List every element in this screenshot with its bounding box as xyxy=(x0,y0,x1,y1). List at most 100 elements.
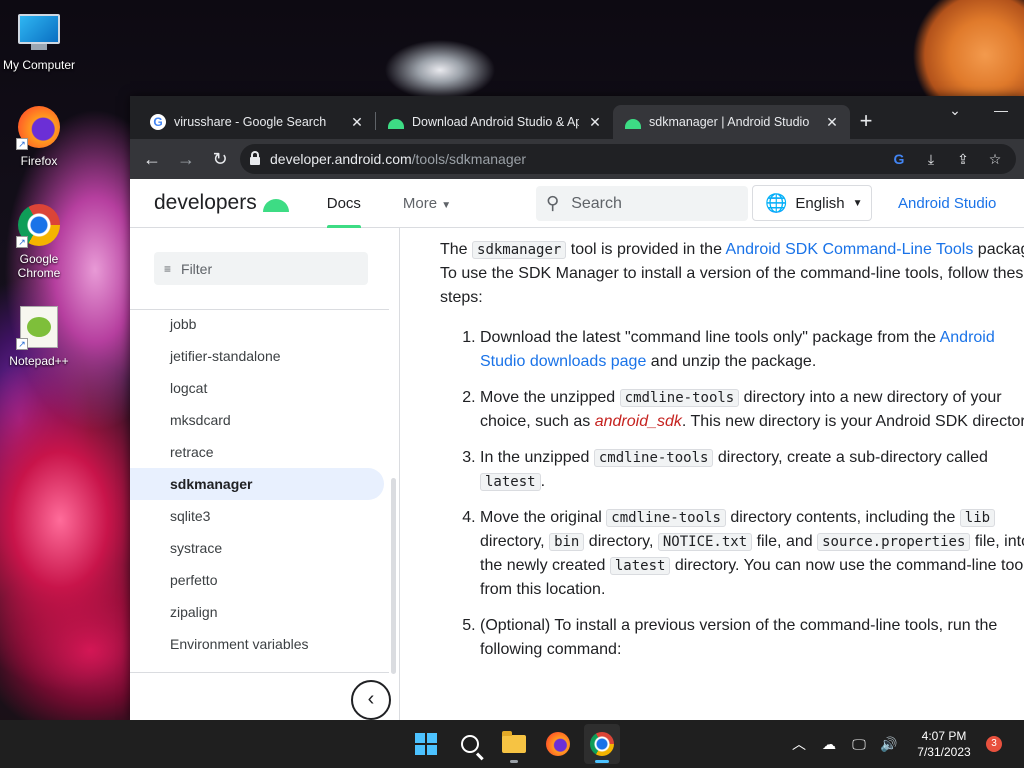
google-lens-icon[interactable]: G xyxy=(888,151,910,167)
inline-code: latest xyxy=(609,557,671,575)
android-studio-link[interactable]: Android Studio xyxy=(898,179,996,228)
android-head-icon xyxy=(262,198,289,212)
inline-code: lib xyxy=(959,509,996,527)
search-icon xyxy=(461,735,479,753)
windows-start-icon xyxy=(415,733,437,755)
firefox-icon xyxy=(546,732,570,756)
globe-icon: 🌐 xyxy=(765,192,788,213)
start-button[interactable] xyxy=(408,724,444,764)
sidebar-item-perfetto[interactable]: perfetto xyxy=(130,564,384,596)
language-selector[interactable]: 🌐 English ▼ xyxy=(752,185,872,221)
address-bar[interactable]: developer.android.com/tools/sdkmanager G… xyxy=(240,144,1016,174)
desktop-icon-chrome[interactable]: ↗ Google Chrome xyxy=(0,202,78,280)
notification-badge[interactable]: 3 xyxy=(986,736,1002,752)
shortcut-arrow-icon: ↗ xyxy=(16,338,28,350)
language-label: English xyxy=(795,194,845,212)
sidebar-item-jetifier-standalone[interactable]: jetifier-standalone xyxy=(130,340,384,372)
clock[interactable]: 4:07 PM 7/31/2023 xyxy=(908,728,980,760)
desktop-icon-label: Google Chrome xyxy=(17,252,61,280)
sidebar-item-systrace[interactable]: systrace xyxy=(130,532,384,564)
sidebar-item-mksdcard[interactable]: mksdcard xyxy=(130,404,384,436)
sidebar-item-retrace[interactable]: retrace xyxy=(130,436,384,468)
taskbar-firefox[interactable] xyxy=(540,724,576,764)
tab-sdkmanager[interactable]: sdkmanager | Android Studio ✕ xyxy=(613,105,850,139)
docs-sidebar: ≡ Filter jobb jetifier-standalone logcat… xyxy=(130,228,400,720)
sidebar-item-sdkmanager[interactable]: sdkmanager xyxy=(130,468,384,500)
clock-date: 7/31/2023 xyxy=(917,745,971,759)
system-tray: ︿ ☁ 🖵 🔊 4:07 PM 7/31/2023 3 xyxy=(784,720,1024,768)
tab-title: virusshare - Google Search xyxy=(174,115,327,129)
taskbar-apps xyxy=(408,720,620,768)
new-tab-button[interactable]: + xyxy=(850,108,882,134)
notepad-plus-plus-icon: ↗ xyxy=(16,304,62,350)
article-content: The sdkmanager tool is provided in the A… xyxy=(400,228,1024,720)
cloud-offline-icon[interactable]: ☁ xyxy=(814,736,844,753)
nav-more[interactable]: More ▼ xyxy=(403,179,451,228)
tab-search-dropdown-icon[interactable]: ⌄ xyxy=(932,96,978,126)
forward-button[interactable]: → xyxy=(172,145,200,173)
file-explorer-icon xyxy=(502,731,526,753)
firefox-icon: ↗ xyxy=(16,104,62,150)
tray-overflow-chevron-icon[interactable]: ︿ xyxy=(784,734,814,754)
bookmark-star-icon[interactable]: ☆ xyxy=(984,151,1006,168)
reload-button[interactable]: ↻ xyxy=(206,145,234,173)
logo-text: developers xyxy=(154,191,257,214)
back-button[interactable]: ← xyxy=(138,145,166,173)
desktop-icon-my-computer[interactable]: My Computer xyxy=(0,8,78,72)
inline-code: bin xyxy=(549,533,585,551)
taskbar-search-button[interactable] xyxy=(452,724,488,764)
tab-close-icon[interactable]: ✕ xyxy=(824,114,840,131)
tab-close-icon[interactable]: ✕ xyxy=(349,114,365,131)
site-search-input[interactable]: ⚲ Search xyxy=(536,186,748,221)
tab-google-search[interactable]: G virusshare - Google Search ✕ xyxy=(138,105,375,139)
minimize-button[interactable]: — xyxy=(978,96,1024,126)
desktop-icon-firefox[interactable]: ↗ Firefox xyxy=(0,104,78,168)
network-icon[interactable]: 🖵 xyxy=(844,736,874,753)
browser-toolbar: ← → ↻ developer.android.com/tools/sdkman… xyxy=(130,139,1024,179)
step-4: Move the original cmdline-tools director… xyxy=(480,506,1024,602)
tab-download-android-studio[interactable]: Download Android Studio & App ✕ xyxy=(376,105,613,139)
volume-icon[interactable]: 🔊 xyxy=(874,736,904,753)
tab-title: sdkmanager | Android Studio xyxy=(649,115,810,129)
variable-text: android_sdk xyxy=(594,413,682,430)
developers-logo[interactable]: developers xyxy=(154,191,289,215)
page-body: ≡ Filter jobb jetifier-standalone logcat… xyxy=(130,228,1024,720)
cmdline-tools-link[interactable]: Android SDK Command-Line Tools xyxy=(726,241,974,258)
url-host: developer.android.com xyxy=(270,151,412,167)
intro-paragraph: The sdkmanager tool is provided in the A… xyxy=(440,241,1024,306)
sidebar-bottom-divider xyxy=(130,672,389,673)
search-placeholder: Search xyxy=(571,194,622,212)
filter-placeholder: Filter xyxy=(181,260,213,277)
window-controls: ⌄ — xyxy=(932,96,1024,126)
sidebar-scrollbar[interactable] xyxy=(391,478,396,674)
caret-down-icon: ▼ xyxy=(852,197,863,209)
collapse-sidebar-button[interactable]: ‹ xyxy=(351,680,391,720)
lock-icon[interactable] xyxy=(250,151,260,165)
android-favicon-icon xyxy=(625,119,641,129)
filter-input[interactable]: ≡ Filter xyxy=(154,252,368,285)
step-5: (Optional) To install a previous version… xyxy=(480,614,1024,662)
inline-code: cmdline-tools xyxy=(619,389,740,407)
sidebar-item-zipalign[interactable]: zipalign xyxy=(130,596,384,628)
sidebar-item-sqlite3[interactable]: sqlite3 xyxy=(130,500,384,532)
taskbar-chrome[interactable] xyxy=(584,724,620,764)
desktop-icon-label: Firefox xyxy=(20,154,58,168)
step-2: Move the unzipped cmdline-tools director… xyxy=(480,386,1024,434)
sidebar-list: jobb jetifier-standalone logcat mksdcard… xyxy=(130,308,384,660)
caret-down-icon: ▼ xyxy=(441,199,452,211)
taskbar-file-explorer[interactable] xyxy=(496,724,532,764)
install-app-icon[interactable]: ⤓ xyxy=(920,151,942,168)
nav-more-label: More xyxy=(402,194,438,212)
nav-docs[interactable]: Docs xyxy=(326,179,362,228)
share-icon[interactable]: ⇪ xyxy=(952,151,974,168)
sidebar-item-jobb[interactable]: jobb xyxy=(130,308,384,340)
desktop-icon-notepad-plus-plus[interactable]: ↗ Notepad++ xyxy=(0,304,78,368)
chrome-icon: ↗ xyxy=(16,202,62,248)
google-favicon-icon: G xyxy=(150,114,166,130)
steps-list: Download the latest "command line tools … xyxy=(440,326,1024,662)
tab-close-icon[interactable]: ✕ xyxy=(587,114,603,131)
sidebar-item-environment-variables[interactable]: Environment variables xyxy=(130,628,384,660)
inline-code: cmdline-tools xyxy=(606,509,726,527)
sidebar-item-logcat[interactable]: logcat xyxy=(130,372,384,404)
step-1: Download the latest "command line tools … xyxy=(480,326,1024,374)
